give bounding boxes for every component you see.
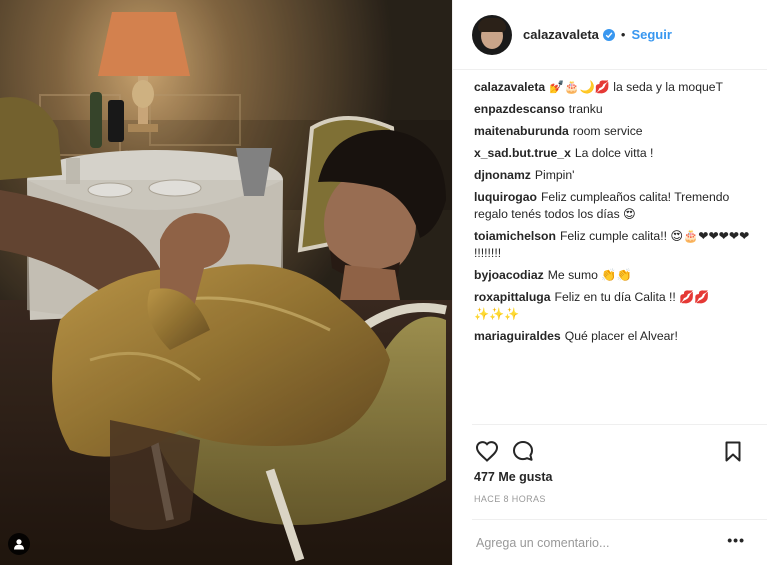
- comment-username[interactable]: enpazdescanso: [474, 102, 565, 116]
- header-separator: •: [620, 27, 626, 42]
- save-button[interactable]: [721, 438, 745, 464]
- comment-item: mariaguiraldes Qué placer el Alvear!: [474, 328, 754, 345]
- action-bar: [474, 438, 536, 464]
- comment-item: roxapittaluga Feliz en tu día Calita !! 💋…: [474, 289, 754, 323]
- comment-item: toiamichelson Feliz cumple calita!! 😍🎂❤❤❤…: [474, 228, 754, 262]
- more-options-button[interactable]: •••: [727, 533, 745, 547]
- comment-item: calazavaleta 💅🎂🌙💋 la seda y la moqueT: [474, 79, 754, 96]
- comment-item: maitenaburunda room service: [474, 123, 754, 140]
- comment-username[interactable]: djnonamz: [474, 168, 531, 182]
- photo-scene: [0, 0, 452, 565]
- post-header: calazavaleta • Seguir: [453, 0, 767, 70]
- person-tag-icon: [14, 539, 24, 550]
- comment-item: enpazdescanso tranku: [474, 101, 754, 118]
- heart-icon: [475, 441, 499, 462]
- comment-username[interactable]: mariaguiraldes: [474, 329, 561, 343]
- post-timestamp: HACE 8 HORAS: [474, 494, 546, 504]
- like-button[interactable]: [474, 438, 500, 464]
- comments-list: calazavaleta 💅🎂🌙💋 la seda y la moqueT enp…: [474, 79, 754, 350]
- comment-input[interactable]: [474, 535, 713, 551]
- comment-username[interactable]: luquirogao: [474, 190, 537, 204]
- comment-username[interactable]: calazavaleta: [474, 80, 545, 94]
- comment-bubble-icon: [513, 441, 533, 461]
- comment-text: Qué placer el Alvear!: [564, 329, 678, 343]
- follow-button[interactable]: Seguir: [631, 27, 671, 42]
- comment-text: Pimpin': [534, 168, 575, 182]
- comment-username[interactable]: toiamichelson: [474, 229, 556, 243]
- comment-text: La dolce vitta !: [574, 146, 654, 160]
- post-photo[interactable]: [0, 0, 452, 565]
- comment-button[interactable]: [510, 438, 536, 464]
- comment-item: byjoacodiaz Me sumo 👏👏: [474, 267, 754, 284]
- comment-text: Me sumo 👏👏: [547, 268, 632, 282]
- header-username[interactable]: calazavaleta: [523, 27, 599, 42]
- comment-text: tranku: [568, 102, 603, 116]
- comment-text: room service: [572, 124, 643, 138]
- comment-item: x_sad.but.true_x La dolce vitta !: [474, 145, 754, 162]
- likes-count[interactable]: 477 Me gusta: [474, 470, 553, 484]
- checkmark-icon: [605, 31, 613, 38]
- verified-badge-icon: [602, 28, 615, 41]
- comment-username[interactable]: x_sad.but.true_x: [474, 146, 571, 160]
- actions-divider: [472, 424, 767, 425]
- comment-username[interactable]: byjoacodiaz: [474, 268, 544, 282]
- add-comment-bar: •••: [472, 519, 767, 566]
- comment-item: djnonamz Pimpin': [474, 167, 754, 184]
- comment-text: 💅🎂🌙💋 la seda y la moqueT: [549, 80, 723, 94]
- instagram-post-modal: calazavaleta • Seguir calazavaleta 💅🎂🌙💋 l…: [0, 0, 767, 565]
- avatar[interactable]: [472, 14, 512, 55]
- comment-username[interactable]: maitenaburunda: [474, 124, 569, 138]
- post-side-panel: calazavaleta • Seguir calazavaleta 💅🎂🌙💋 l…: [452, 0, 767, 565]
- comment-item: luquirogao Feliz cumpleaños calita! Treme…: [474, 189, 754, 223]
- avatar-hair: [478, 17, 506, 32]
- bookmark-icon: [725, 441, 741, 461]
- comment-username[interactable]: roxapittaluga: [474, 290, 551, 304]
- user-tag-button[interactable]: [8, 533, 30, 555]
